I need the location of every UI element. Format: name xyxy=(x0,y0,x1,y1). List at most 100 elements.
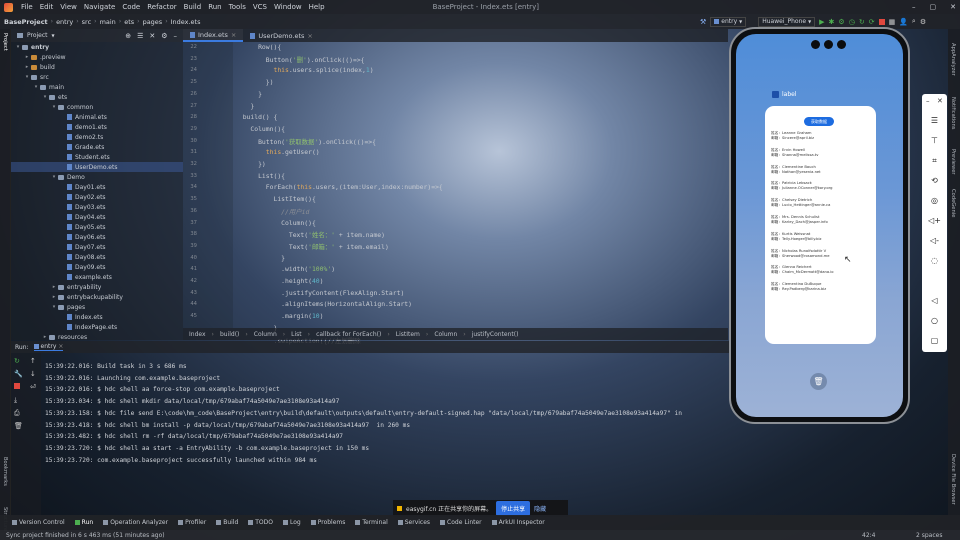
stripe-previewer[interactable]: Previewer xyxy=(950,149,956,175)
tree-file[interactable]: Student.ets xyxy=(11,152,183,162)
tree-folder[interactable]: ▾ entry xyxy=(11,42,183,52)
chevron-down-icon[interactable]: ▼ xyxy=(52,33,55,38)
editor-breadcrumb-item[interactable]: callback for ForEach() xyxy=(316,331,381,338)
breadcrumb-item[interactable]: pages xyxy=(143,18,163,26)
list-item[interactable]: 姓名：Kurtis Weissnat 邮箱：Telly.Hoeger@billy.… xyxy=(771,232,821,242)
chevron-right-icon[interactable]: ▸ xyxy=(51,284,57,290)
account-icon[interactable]: 👤 xyxy=(899,18,908,26)
close-icon[interactable]: × xyxy=(307,32,312,40)
menu-item-window[interactable]: Window xyxy=(274,3,302,11)
close-icon[interactable]: × xyxy=(58,343,63,350)
list-item[interactable]: 姓名：Clementine Bauch 邮箱：Nathan@yesenia.net xyxy=(771,165,821,175)
tree-file[interactable]: Grade.ets xyxy=(11,142,183,152)
breadcrumb-item[interactable]: Index.ets xyxy=(171,18,201,26)
menu-item-vcs[interactable]: VCS xyxy=(253,3,267,11)
tool-window-todo[interactable]: TODO xyxy=(248,519,273,526)
chevron-down-icon[interactable]: ▾ xyxy=(51,174,57,180)
volume-up-icon[interactable]: ◁+ xyxy=(928,214,941,227)
editor-breadcrumb-item[interactable]: justifyContent() xyxy=(472,331,519,338)
editor-breadcrumb-item[interactable]: ListItem xyxy=(396,331,420,338)
tool-window-profiler[interactable]: Profiler xyxy=(178,519,206,526)
project-label[interactable]: Project xyxy=(27,32,48,39)
tab-index[interactable]: Index.ets × xyxy=(183,29,244,42)
print-icon[interactable]: ⎙ xyxy=(14,409,20,418)
tool-window-arkui-inspector[interactable]: ArkUI Inspector xyxy=(491,519,545,526)
menu-icon[interactable]: ☰ xyxy=(928,114,941,127)
tool-window-services[interactable]: Services xyxy=(397,519,430,526)
tree-folder[interactable]: ▾ Demo xyxy=(11,172,183,182)
editor-breadcrumb-item[interactable]: Column xyxy=(434,331,457,338)
tree-folder[interactable]: ▾ common xyxy=(11,102,183,112)
expand-icon[interactable]: ✕ xyxy=(149,32,155,40)
list-item[interactable]: 姓名：Clementina DuBuque 邮箱：Rey.Padberg@kari… xyxy=(771,282,826,292)
menu-item-edit[interactable]: Edit xyxy=(40,3,54,11)
tree-folder[interactable]: ▾ main xyxy=(11,82,183,92)
menu-item-tools[interactable]: Tools xyxy=(229,3,246,11)
location-icon[interactable]: ◎ xyxy=(928,194,941,207)
trash-icon[interactable]: 🗑 xyxy=(810,373,827,390)
menu-item-navigate[interactable]: Navigate xyxy=(84,3,115,11)
settings-icon[interactable]: ⚙ xyxy=(920,18,926,26)
chevron-right-icon[interactable]: ▸ xyxy=(42,334,48,340)
tool-window-terminal[interactable]: Terminal xyxy=(355,519,388,526)
tree-folder[interactable]: ▸ entryability xyxy=(11,282,183,292)
maximize-icon[interactable]: ▢ xyxy=(930,3,937,11)
tool-window-build[interactable]: Build xyxy=(216,519,238,526)
tab-userdemo[interactable]: UserDemo.ets × xyxy=(243,29,319,42)
list-item[interactable]: 姓名：Glenna Reichert 邮箱：Chaim_McDermott@dan… xyxy=(771,265,834,275)
cursor-position[interactable]: 42:4 xyxy=(862,532,875,539)
stripe-device-file-browser[interactable]: Device File Browser xyxy=(950,454,956,505)
breadcrumb-item[interactable]: BaseProject xyxy=(4,18,48,26)
list-item[interactable]: 姓名：Chelsey Dietrich 邮箱：Lucio_Hettinger@an… xyxy=(771,198,830,208)
module-selector[interactable]: entry ▼ xyxy=(710,16,747,27)
code-area[interactable]: Row(){ Button('删').onClick(()=>{ this.us… xyxy=(233,42,728,345)
menu-item-build[interactable]: Build xyxy=(184,3,202,11)
minimize-icon[interactable]: – xyxy=(912,3,916,11)
tree-file[interactable]: Day04.ets xyxy=(11,212,183,222)
stop-icon[interactable] xyxy=(14,383,20,389)
breadcrumb-item[interactable]: main xyxy=(100,18,116,26)
breadcrumb-item[interactable]: entry xyxy=(56,18,73,26)
run-config-tab[interactable]: entry × xyxy=(33,343,64,351)
list-item[interactable]: 姓名：Leanne Graham 邮箱：Sincere@april.biz xyxy=(771,131,814,141)
tree-folder[interactable]: ▾ pages xyxy=(11,302,183,312)
stripe-project[interactable]: Project xyxy=(2,33,8,51)
menu-item-refactor[interactable]: Refactor xyxy=(147,3,176,11)
sync-icon[interactable]: ⟳ xyxy=(869,18,875,26)
profile-icon[interactable]: ◷ xyxy=(849,18,855,26)
recents-icon[interactable]: ▢ xyxy=(928,334,941,347)
crop-icon[interactable]: ⌗ xyxy=(928,154,941,167)
tree-file[interactable]: example.ets xyxy=(11,272,183,282)
search-icon[interactable]: ⌕ xyxy=(912,17,916,26)
tree-file[interactable]: Day08.ets xyxy=(11,252,183,262)
tree-file[interactable]: demo2.ts xyxy=(11,132,183,142)
chevron-right-icon[interactable]: ▸ xyxy=(24,64,30,70)
scroll-end-icon[interactable]: ⤓ xyxy=(14,396,17,405)
chevron-right-icon[interactable]: ▸ xyxy=(51,294,57,300)
tree-folder[interactable]: ▾ src xyxy=(11,72,183,82)
debug-icon[interactable]: ✱ xyxy=(829,18,835,26)
chevron-down-icon[interactable]: ▾ xyxy=(51,304,57,310)
tree-folder[interactable]: ▸ resources xyxy=(11,332,183,341)
tree-file[interactable]: UserDemo.ets xyxy=(11,162,183,172)
list-item[interactable]: 姓名：Nicholas Runolfsdottir V 邮箱：Sherwood@r… xyxy=(771,249,830,259)
list-item[interactable]: 姓名：Mrs. Dennis Schulist 邮箱：Karley_Dach@ja… xyxy=(771,215,828,225)
tree-file[interactable]: Day06.ets xyxy=(11,232,183,242)
menu-item-run[interactable]: Run xyxy=(208,3,221,11)
up-icon[interactable]: ↑ xyxy=(30,357,36,365)
list-item[interactable]: 姓名：Ervin Howell 邮箱：Shanna@melissa.tv xyxy=(771,148,818,158)
tree-file[interactable]: IndexPage.ets xyxy=(11,322,183,332)
tree-file[interactable]: demo1.ets xyxy=(11,122,183,132)
chevron-down-icon[interactable]: ▾ xyxy=(33,84,39,90)
tree-folder[interactable]: ▸ entrybackupability xyxy=(11,292,183,302)
chevron-down-icon[interactable]: ▾ xyxy=(15,44,21,50)
hide-icon[interactable]: – xyxy=(174,32,178,40)
tool-window-log[interactable]: Log xyxy=(283,519,301,526)
tree-folder[interactable]: ▸ build xyxy=(11,62,183,72)
wrap-icon[interactable]: ⏎ xyxy=(30,383,36,391)
run-icon[interactable]: ▶ xyxy=(819,18,824,26)
trash-icon[interactable]: 🗑 xyxy=(14,422,23,430)
tree-file[interactable]: Day07.ets xyxy=(11,242,183,252)
stop-sharing-button[interactable]: 停止共享 xyxy=(496,501,531,516)
chevron-down-icon[interactable]: ▾ xyxy=(51,104,57,110)
